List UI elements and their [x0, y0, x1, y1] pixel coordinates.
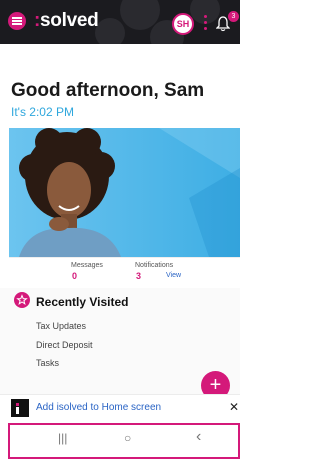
notification-badge: 3: [228, 11, 239, 22]
isolved-app-icon: [11, 399, 29, 417]
recents-button[interactable]: |||: [58, 431, 67, 445]
recent-item-tasks[interactable]: Tasks: [36, 358, 59, 368]
messages-label: Messages: [71, 262, 103, 269]
add-to-home-banner: Add isolved to Home screen ✕: [0, 394, 240, 421]
notifications-label: Notifications: [135, 262, 174, 269]
stats-bar: Messages 0 Notifications 3 View: [9, 257, 240, 289]
star-icon: [14, 292, 30, 308]
user-avatar[interactable]: SH: [172, 13, 194, 35]
recent-item-direct-deposit[interactable]: Direct Deposit: [36, 340, 93, 350]
notifications-count[interactable]: 3: [136, 271, 141, 281]
view-link[interactable]: View: [166, 272, 181, 279]
hero-image: [9, 128, 240, 257]
recently-visited-title: Recently Visited: [36, 295, 129, 309]
menu-icon[interactable]: [8, 12, 26, 30]
woman-illustration: [19, 128, 240, 257]
close-icon[interactable]: ✕: [229, 400, 239, 414]
top-app-bar: :solved SH 3: [0, 0, 240, 44]
messages-count[interactable]: 0: [72, 271, 77, 281]
home-button[interactable]: ○: [124, 431, 131, 445]
recent-item-tax-updates[interactable]: Tax Updates: [36, 321, 86, 331]
add-to-home-link[interactable]: Add isolved to Home screen: [36, 402, 161, 413]
more-options-icon[interactable]: [204, 15, 208, 31]
isolved-logo: :solved: [34, 10, 99, 31]
greeting-title: Good afternoon, Sam: [11, 80, 205, 101]
current-time: It's 2:02 PM: [11, 105, 74, 119]
system-nav-bar: ||| ○ ‹: [8, 423, 240, 459]
back-button[interactable]: ‹: [196, 428, 201, 446]
